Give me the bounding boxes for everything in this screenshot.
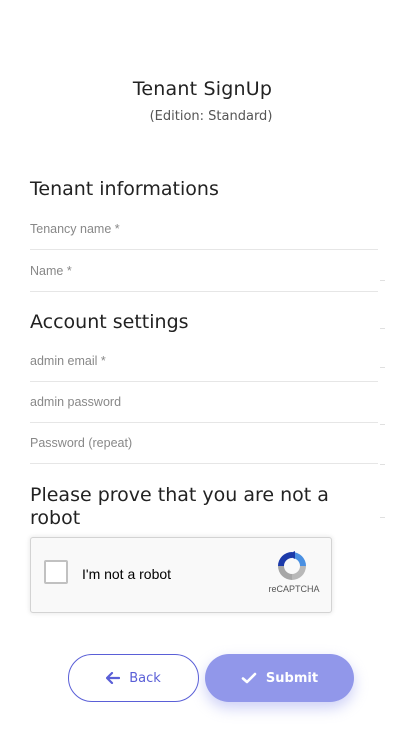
account-settings-heading: Account settings bbox=[30, 311, 189, 333]
recaptcha-logo-icon bbox=[278, 551, 306, 580]
recaptcha-label: I'm not a robot bbox=[82, 566, 172, 582]
name-input[interactable] bbox=[30, 250, 378, 291]
submit-button-label: Submit bbox=[265, 670, 319, 686]
recaptcha-checkbox[interactable] bbox=[44, 560, 68, 584]
edition-subtitle: (Edition: Standard) bbox=[149, 109, 273, 124]
divider bbox=[380, 328, 385, 329]
tenant-informations-heading: Tenant informations bbox=[30, 178, 219, 200]
divider bbox=[380, 280, 385, 281]
robot-check-heading: Please prove that you are not a robot bbox=[30, 484, 329, 529]
tenancy-name-input[interactable] bbox=[30, 208, 378, 249]
divider bbox=[380, 464, 385, 465]
admin-email-field bbox=[30, 340, 378, 382]
back-button[interactable]: Back bbox=[68, 654, 199, 702]
back-button-label: Back bbox=[129, 670, 161, 686]
divider bbox=[380, 367, 385, 368]
name-field bbox=[30, 250, 378, 292]
arrow-left-icon bbox=[106, 672, 121, 684]
tenancy-name-field bbox=[30, 208, 378, 250]
divider bbox=[380, 424, 385, 425]
page-title: Tenant SignUp bbox=[132, 78, 273, 100]
recaptcha-brand: reCAPTCHA bbox=[268, 584, 320, 594]
checkmark-icon bbox=[241, 672, 257, 684]
recaptcha-widget: I'm not a robot reCAPTCHA bbox=[30, 537, 332, 613]
admin-password-input[interactable] bbox=[30, 381, 378, 422]
submit-button[interactable]: Submit bbox=[205, 654, 354, 702]
password-repeat-field bbox=[30, 422, 378, 464]
password-repeat-input[interactable] bbox=[30, 422, 378, 463]
admin-password-field bbox=[30, 381, 378, 423]
admin-email-input[interactable] bbox=[30, 340, 378, 381]
divider bbox=[380, 517, 385, 518]
